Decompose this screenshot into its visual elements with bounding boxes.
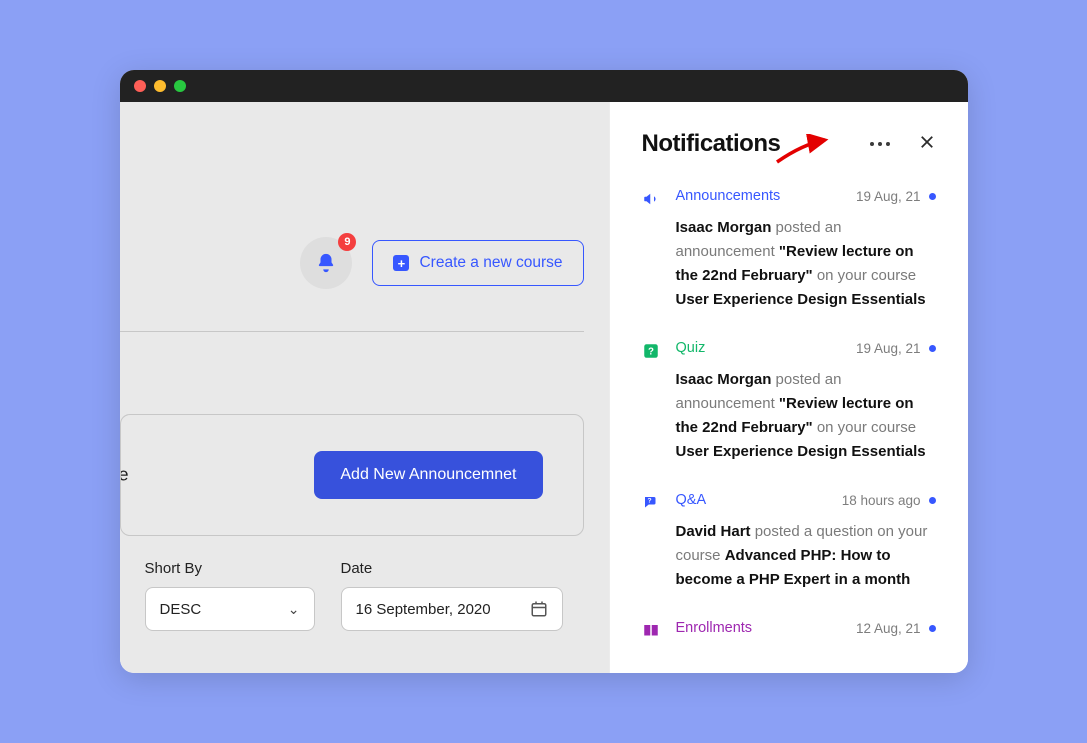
notification-course: User Experience Design Essentials [676, 291, 926, 308]
notification-time: 19 Aug, 21 [856, 341, 921, 356]
notification-meta-row: Quiz 19 Aug, 21 [676, 340, 936, 356]
close-icon [918, 133, 936, 151]
notification-time: 12 Aug, 21 [856, 621, 921, 636]
notifications-actions [870, 133, 936, 156]
close-button[interactable] [918, 133, 936, 156]
create-course-button[interactable]: + Create a new course [372, 240, 583, 286]
notification-category: Q&A [676, 492, 707, 508]
sort-select[interactable]: DESC ⌄ [145, 587, 315, 631]
notification-meta: 19 Aug, 21 [856, 189, 936, 204]
notification-course: User Experience Design Essentials [676, 443, 926, 460]
add-announcement-button[interactable]: Add New Announcemnet [314, 451, 542, 499]
sort-value: DESC [160, 601, 202, 618]
divider [120, 331, 584, 332]
notification-actor: Isaac Morgan [676, 219, 772, 236]
notification-item[interactable]: ? Quiz 19 Aug, 21 Isaac Morgan posted an an… [642, 340, 936, 464]
notification-content: Quiz 19 Aug, 21 Isaac Morgan posted an ann… [676, 340, 936, 464]
notification-meta-row: Enrollments 12 Aug, 21 [676, 620, 936, 636]
filter-row: Short By DESC ⌄ Date 16 September, 2020 [145, 560, 584, 631]
notification-item[interactable]: ? Q&A 18 hours ago David Hart posted a ques… [642, 492, 936, 592]
svg-text:?: ? [648, 346, 654, 357]
notifications-title: Notifications [642, 130, 781, 158]
window-close-dot[interactable] [134, 80, 146, 92]
top-controls: 9 + Create a new course [120, 237, 609, 289]
megaphone-icon [642, 190, 660, 208]
bell-icon [315, 252, 337, 274]
unread-dot [929, 193, 936, 200]
sort-label: Short By [145, 560, 315, 577]
truncated-text: e [120, 465, 129, 486]
notification-meta: 19 Aug, 21 [856, 341, 936, 356]
sort-field: Short By DESC ⌄ [145, 560, 315, 631]
window-maximize-dot[interactable] [174, 80, 186, 92]
notification-actor: David Hart [676, 523, 751, 540]
qna-icon: ? [642, 494, 660, 512]
date-value: 16 September, 2020 [356, 601, 491, 618]
chevron-down-icon: ⌄ [288, 601, 300, 618]
notifications-bell[interactable]: 9 [300, 237, 352, 289]
notification-meta: 18 hours ago [842, 493, 936, 508]
titlebar [120, 70, 968, 102]
notification-meta: 12 Aug, 21 [856, 621, 936, 636]
notifications-list: Announcements 19 Aug, 21 Isaac Morgan post… [642, 188, 936, 648]
notification-meta-row: Announcements 19 Aug, 21 [676, 188, 936, 204]
unread-dot [929, 345, 936, 352]
enroll-icon [642, 622, 660, 640]
notifications-header: Notifications [642, 130, 936, 158]
quiz-icon: ? [642, 342, 660, 360]
unread-dot [929, 497, 936, 504]
window-minimize-dot[interactable] [154, 80, 166, 92]
notification-content: Q&A 18 hours ago David Hart posted a quest… [676, 492, 936, 592]
date-field: Date 16 September, 2020 [341, 560, 563, 631]
notification-body: Isaac Morgan posted an announcement "Rev… [676, 368, 936, 464]
notification-content: Enrollments 12 Aug, 21 [676, 620, 936, 648]
calendar-icon [530, 600, 548, 618]
create-course-label: Create a new course [419, 254, 562, 272]
window-body: 9 + Create a new course e Add New Announ… [120, 102, 968, 673]
main-content: 9 + Create a new course e Add New Announ… [120, 102, 609, 673]
plus-icon: + [393, 255, 409, 271]
notifications-panel: Notifications Announcements 19 Aug, 21 Isa… [609, 102, 968, 673]
announcement-panel: e Add New Announcemnet [120, 414, 584, 536]
notification-meta-row: Q&A 18 hours ago [676, 492, 936, 508]
notification-time: 19 Aug, 21 [856, 189, 921, 204]
add-announcement-label: Add New Announcemnet [340, 466, 516, 483]
date-label: Date [341, 560, 563, 577]
app-window: 9 + Create a new course e Add New Announ… [120, 70, 968, 673]
notification-mid: on your course [813, 267, 916, 284]
notification-item[interactable]: Enrollments 12 Aug, 21 [642, 620, 936, 648]
svg-text:?: ? [647, 498, 651, 505]
notification-category: Enrollments [676, 620, 753, 636]
notification-mid: on your course [813, 419, 916, 436]
notification-body: David Hart posted a question on your cou… [676, 520, 936, 592]
notification-category: Quiz [676, 340, 706, 356]
date-select[interactable]: 16 September, 2020 [341, 587, 563, 631]
notification-category: Announcements [676, 188, 781, 204]
notification-content: Announcements 19 Aug, 21 Isaac Morgan post… [676, 188, 936, 312]
notification-actor: Isaac Morgan [676, 371, 772, 388]
notification-body: Isaac Morgan posted an announcement "Rev… [676, 216, 936, 312]
notification-time: 18 hours ago [842, 493, 921, 508]
more-icon[interactable] [870, 142, 890, 146]
unread-dot [929, 625, 936, 632]
notification-item[interactable]: Announcements 19 Aug, 21 Isaac Morgan post… [642, 188, 936, 312]
bell-badge: 9 [338, 233, 356, 251]
